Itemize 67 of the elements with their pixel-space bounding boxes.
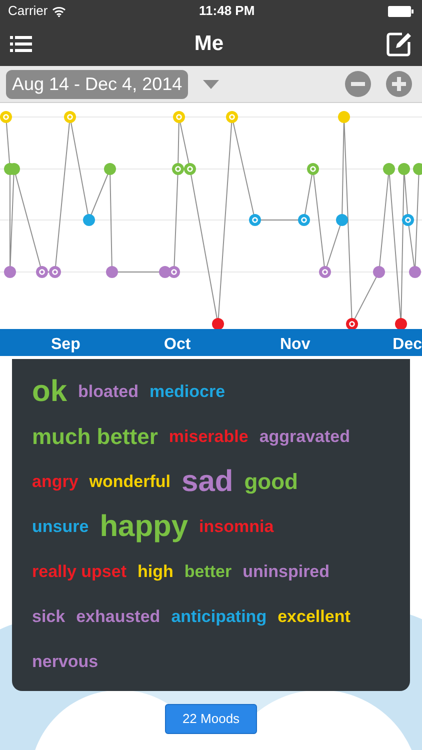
mood-point [409,266,421,278]
mood-point [64,111,76,123]
mood-point [249,214,261,226]
mood-word[interactable]: excellent [278,604,350,630]
mood-word[interactable]: wonderful [89,468,171,494]
mood-point [106,266,118,278]
mood-word[interactable]: unsure [32,514,89,540]
mood-point [49,266,61,278]
mood-point [212,318,224,329]
mood-word[interactable]: uninspired [242,558,330,584]
mood-point [319,266,331,278]
month-label: Oct [164,335,191,355]
mood-word[interactable]: exhausted [76,604,160,630]
mood-point [373,266,385,278]
zoom-out-button[interactable] [345,71,371,97]
carrier-label: Carrier [8,2,48,20]
mood-point [402,214,414,226]
mood-word[interactable]: mediocre [149,378,226,404]
mood-point [184,163,196,175]
mood-point [226,111,238,123]
mood-point [398,163,410,175]
mood-point [83,214,95,226]
mood-word[interactable]: miserable [168,424,248,450]
mood-point [307,163,319,175]
page-title: Me [194,31,224,58]
mood-word[interactable]: aggravated [259,424,350,450]
mood-point [4,266,16,278]
mood-word[interactable]: insomnia [199,514,274,540]
mood-point [298,214,310,226]
month-label: Sep [51,335,80,355]
mood-point [346,318,358,329]
mood-point [413,163,422,175]
menu-icon[interactable] [10,33,32,55]
mood-point [338,111,350,123]
mood-word[interactable]: sad [182,459,234,504]
mood-word[interactable]: nervous [32,648,98,674]
wifi-icon [52,6,66,16]
date-range-button[interactable]: Aug 14 - Dec 4, 2014 [6,70,188,98]
mood-point [383,163,395,175]
month-label: Dec [392,335,422,355]
edit-icon[interactable] [386,31,412,57]
status-time: 11:48 PM [199,2,255,20]
mood-word[interactable]: anticipating [171,604,267,630]
mood-word[interactable]: angry [32,468,78,494]
mood-word[interactable]: bloated [78,378,138,404]
mood-point [173,111,185,123]
mood-word[interactable]: good [244,465,298,498]
mood-word[interactable]: ok [32,369,68,414]
mood-point [104,163,116,175]
mood-point [172,163,184,175]
mood-word[interactable]: high [138,558,174,584]
mood-point [36,266,48,278]
mood-word[interactable]: really upset [32,558,126,584]
battery-icon [388,6,414,16]
mood-point [168,266,180,278]
caret-icon[interactable] [203,80,220,88]
mood-point [395,318,407,329]
mood-point [336,214,348,226]
mood-word[interactable]: happy [100,504,188,549]
moods-count-button[interactable]: 22 Moods [165,704,257,734]
zoom-in-button[interactable] [386,71,412,97]
mood-word[interactable]: sick [32,604,66,630]
month-label: Nov [280,335,310,355]
plus-icon [392,77,406,91]
mood-word[interactable]: much better [32,420,158,453]
minus-icon [351,82,365,86]
mood-word[interactable]: better [184,558,232,584]
